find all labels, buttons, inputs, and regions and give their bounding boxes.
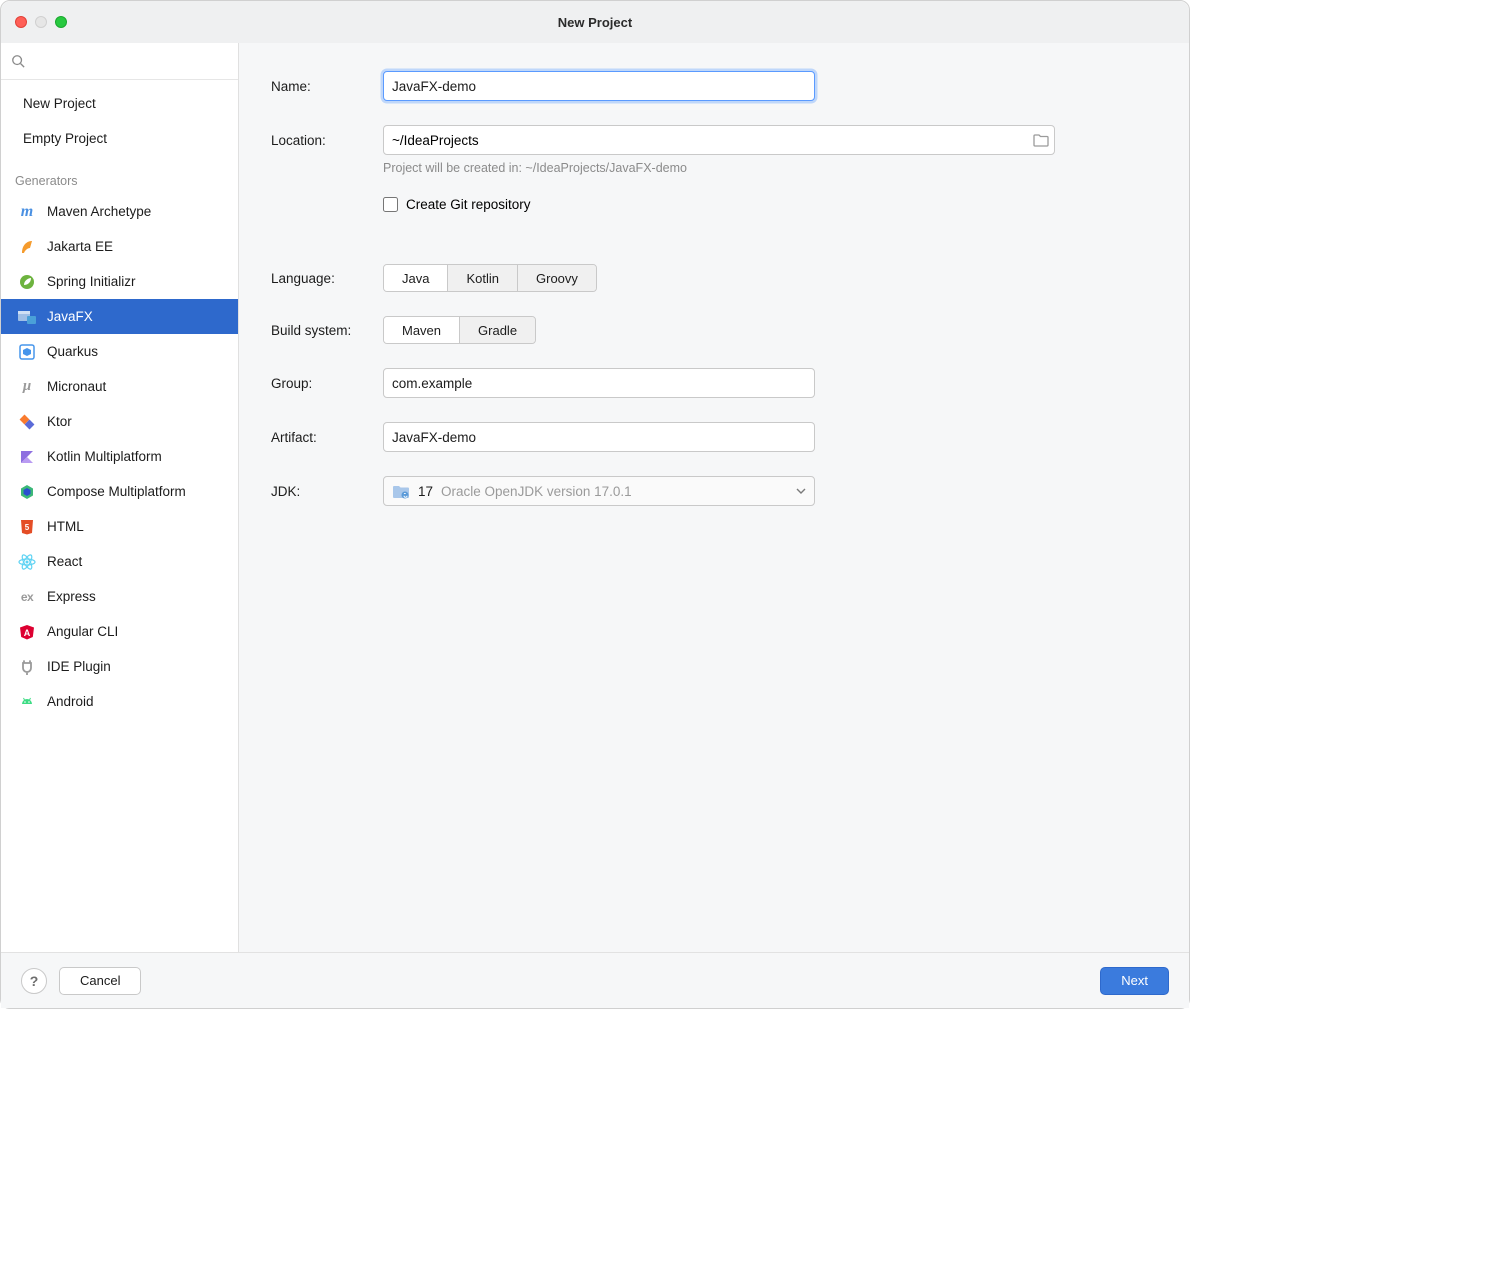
sidebar-item-empty-project[interactable]: Empty Project bbox=[1, 121, 238, 156]
build-option-maven[interactable]: Maven bbox=[384, 317, 460, 343]
sidebar-item-label: Quarkus bbox=[47, 344, 98, 359]
language-label: Language: bbox=[271, 271, 383, 286]
sidebar-item-label: HTML bbox=[47, 519, 84, 534]
language-option-groovy[interactable]: Groovy bbox=[518, 265, 596, 291]
sidebar-item-label: Express bbox=[47, 589, 96, 604]
create-git-checkbox[interactable] bbox=[383, 197, 398, 212]
sidebar-item-new-project[interactable]: New Project bbox=[1, 86, 238, 121]
location-input[interactable] bbox=[384, 133, 1028, 148]
quarkus-icon bbox=[17, 342, 37, 362]
sidebar-item-javafx[interactable]: JavaFX bbox=[1, 299, 238, 334]
jdk-dropdown[interactable]: 17 Oracle OpenJDK version 17.0.1 bbox=[383, 476, 815, 506]
close-window-button[interactable] bbox=[15, 16, 27, 28]
search-icon bbox=[11, 54, 25, 68]
sidebar-item-label: Compose Multiplatform bbox=[47, 484, 186, 499]
sidebar-item-ide-plugin[interactable]: IDE Plugin bbox=[1, 649, 238, 684]
group-label: Group: bbox=[271, 376, 383, 391]
name-label: Name: bbox=[271, 79, 383, 94]
sidebar-item-label: React bbox=[47, 554, 82, 569]
sidebar-item-label: JavaFX bbox=[47, 309, 93, 324]
location-label: Location: bbox=[271, 133, 383, 148]
create-git-label: Create Git repository bbox=[406, 197, 531, 212]
language-option-kotlin[interactable]: Kotlin bbox=[448, 265, 518, 291]
location-field[interactable] bbox=[383, 125, 1055, 155]
sidebar-item-kotlin-multiplatform[interactable]: Kotlin Multiplatform bbox=[1, 439, 238, 474]
next-button[interactable]: Next bbox=[1100, 967, 1169, 995]
sidebar-item-html[interactable]: 5 HTML bbox=[1, 509, 238, 544]
ktor-icon bbox=[17, 412, 37, 432]
artifact-input[interactable] bbox=[383, 422, 815, 452]
micronaut-icon: μ bbox=[17, 377, 37, 397]
sidebar-item-react[interactable]: React bbox=[1, 544, 238, 579]
android-icon bbox=[17, 692, 37, 712]
main-panel: Name: Location: Project will be created … bbox=[239, 43, 1189, 952]
spring-icon bbox=[17, 272, 37, 292]
sidebar-item-label: Empty Project bbox=[23, 131, 107, 146]
sidebar-section-generators: Generators bbox=[1, 156, 238, 194]
sidebar-item-label: Maven Archetype bbox=[47, 204, 151, 219]
footer: ? Cancel Next bbox=[1, 952, 1189, 1008]
plugin-icon bbox=[17, 657, 37, 677]
language-segmented-control: Java Kotlin Groovy bbox=[383, 264, 597, 292]
window-title: New Project bbox=[558, 15, 632, 30]
sidebar-item-compose-multiplatform[interactable]: Compose Multiplatform bbox=[1, 474, 238, 509]
sidebar-tree: New Project Empty Project Generators m M… bbox=[1, 80, 238, 952]
name-input[interactable] bbox=[383, 71, 815, 101]
sidebar-item-spring-initializr[interactable]: Spring Initializr bbox=[1, 264, 238, 299]
javafx-icon bbox=[17, 307, 37, 327]
sidebar-item-ktor[interactable]: Ktor bbox=[1, 404, 238, 439]
maven-icon: m bbox=[17, 202, 37, 222]
html5-icon: 5 bbox=[17, 517, 37, 537]
build-option-gradle[interactable]: Gradle bbox=[460, 317, 535, 343]
build-system-label: Build system: bbox=[271, 323, 383, 338]
sidebar-item-maven-archetype[interactable]: m Maven Archetype bbox=[1, 194, 238, 229]
zoom-window-button[interactable] bbox=[55, 16, 67, 28]
sidebar-item-label: New Project bbox=[23, 96, 96, 111]
sidebar-item-android[interactable]: Android bbox=[1, 684, 238, 719]
jdk-detail-text: Oracle OpenJDK version 17.0.1 bbox=[441, 484, 632, 499]
titlebar: New Project bbox=[1, 1, 1189, 43]
build-system-segmented-control: Maven Gradle bbox=[383, 316, 536, 344]
sidebar-item-angular-cli[interactable]: A Angular CLI bbox=[1, 614, 238, 649]
svg-text:A: A bbox=[24, 628, 31, 638]
minimize-window-button[interactable] bbox=[35, 16, 47, 28]
help-button[interactable]: ? bbox=[21, 968, 47, 994]
sidebar-item-label: IDE Plugin bbox=[47, 659, 111, 674]
svg-text:5: 5 bbox=[25, 523, 30, 532]
sidebar-item-jakarta-ee[interactable]: Jakarta EE bbox=[1, 229, 238, 264]
artifact-label: Artifact: bbox=[271, 430, 383, 445]
jdk-folder-icon bbox=[392, 484, 410, 499]
sidebar-item-quarkus[interactable]: Quarkus bbox=[1, 334, 238, 369]
folder-icon bbox=[1033, 133, 1049, 147]
sidebar-item-express[interactable]: ex Express bbox=[1, 579, 238, 614]
sidebar-item-micronaut[interactable]: μ Micronaut bbox=[1, 369, 238, 404]
group-input[interactable] bbox=[383, 368, 815, 398]
angular-icon: A bbox=[17, 622, 37, 642]
sidebar: New Project Empty Project Generators m M… bbox=[1, 43, 239, 952]
sidebar-item-label: Jakarta EE bbox=[47, 239, 113, 254]
jakarta-icon bbox=[17, 237, 37, 257]
location-hint: Project will be created in: ~/IdeaProjec… bbox=[383, 161, 1161, 175]
compose-icon bbox=[17, 482, 37, 502]
kotlin-icon bbox=[17, 447, 37, 467]
jdk-label: JDK: bbox=[271, 484, 383, 499]
express-icon: ex bbox=[17, 587, 37, 607]
window-controls bbox=[15, 16, 67, 28]
sidebar-item-label: Spring Initializr bbox=[47, 274, 136, 289]
sidebar-item-label: Kotlin Multiplatform bbox=[47, 449, 162, 464]
sidebar-item-label: Micronaut bbox=[47, 379, 106, 394]
sidebar-item-label: Angular CLI bbox=[47, 624, 118, 639]
jdk-version-text: 17 bbox=[418, 484, 433, 499]
sidebar-item-label: Android bbox=[47, 694, 94, 709]
cancel-button[interactable]: Cancel bbox=[59, 967, 141, 995]
language-option-java[interactable]: Java bbox=[384, 265, 448, 291]
chevron-down-icon bbox=[796, 488, 806, 494]
browse-folder-button[interactable] bbox=[1028, 133, 1054, 147]
sidebar-item-label: Ktor bbox=[47, 414, 72, 429]
sidebar-search[interactable] bbox=[1, 48, 238, 74]
react-icon bbox=[17, 552, 37, 572]
